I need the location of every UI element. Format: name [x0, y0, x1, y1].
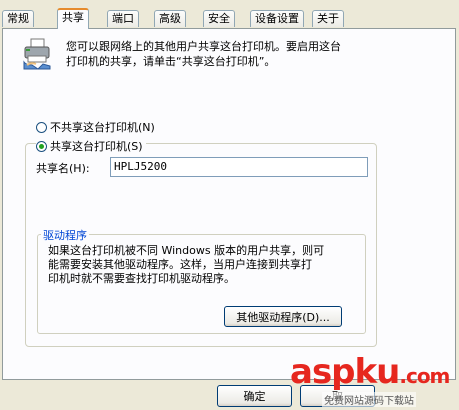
watermark-asp: asp	[290, 352, 356, 392]
intro-line-1: 您可以跟网络上的其他用户共享这台打印机。要启用这台	[66, 40, 341, 53]
intro-line-2: 打印机的共享，请单击“共享这台打印机”。	[66, 55, 276, 68]
tab-strip: 常规 共享 端口 高级 安全 设备设置 关于	[0, 8, 459, 29]
sharing-intro-text: 您可以跟网络上的其他用户共享这台打印机。要启用这台 打印机的共享，请单击“共享这…	[66, 39, 396, 69]
radio-selected-icon	[36, 140, 47, 152]
watermark-logo: aspku.com	[290, 352, 450, 393]
radio-do-not-share[interactable]: 不共享这台打印机(N)	[36, 119, 155, 135]
tab-general[interactable]: 常规	[2, 10, 34, 27]
watermark-ku: ku	[354, 352, 401, 392]
drivers-title: 驱动程序	[41, 227, 89, 243]
tab-device-settings[interactable]: 设备设置	[250, 10, 304, 27]
tab-ports[interactable]: 端口	[107, 10, 139, 27]
ok-button[interactable]: 确定	[217, 385, 292, 407]
radio-circle-icon	[36, 121, 47, 133]
radio-share[interactable]: 共享这台打印机(S)	[36, 138, 146, 154]
share-name-label: 共享名(H):	[36, 162, 90, 175]
radio-share-label: 共享这台打印机(S)	[50, 140, 143, 153]
watermark-subtitle: 免费网站源码下载站	[322, 392, 416, 407]
printer-share-icon	[22, 38, 52, 70]
tab-security[interactable]: 安全	[203, 10, 235, 27]
drivers-text-line-2: 能需要安装其他驱动程序。这样，当用户连接到共享打	[48, 258, 312, 271]
watermark-net: .com	[399, 364, 450, 388]
tab-about[interactable]: 关于	[312, 10, 344, 27]
additional-drivers-button[interactable]: 其他驱动程序(D)...	[224, 306, 342, 327]
drivers-description: 如果这台打印机被不同 Windows 版本的用户共享，则可 能需要安装其他驱动程…	[48, 244, 360, 286]
drivers-text-line-3: 印机时就不需要查找打印机驱动程序。	[48, 272, 235, 285]
drivers-text-line-1: 如果这台打印机被不同 Windows 版本的用户共享，则可	[48, 244, 325, 257]
tab-advanced[interactable]: 高级	[154, 10, 186, 27]
radio-do-not-share-label: 不共享这台打印机(N)	[50, 121, 155, 134]
share-name-input[interactable]: HPLJ5200	[110, 157, 368, 177]
tab-sharing[interactable]: 共享	[57, 8, 89, 29]
